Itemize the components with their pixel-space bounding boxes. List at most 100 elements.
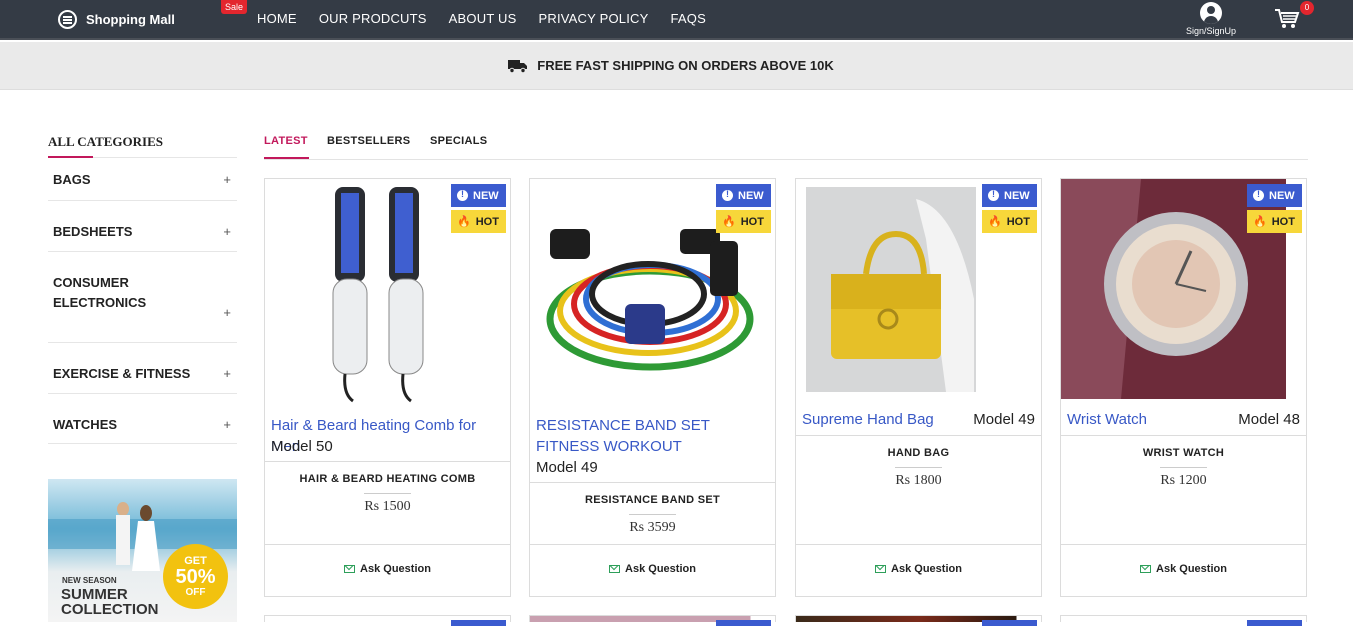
shipping-banner: FREE FAST SHIPPING ON ORDERS ABOVE 10K xyxy=(0,42,1353,90)
ask-question-button[interactable]: Ask Question xyxy=(1061,563,1306,575)
main-nav: HOME OUR PRODCUTS ABOUT US PRIVACY POLIC… xyxy=(257,11,706,26)
user-icon xyxy=(1200,2,1222,24)
category-label: WATCHES xyxy=(53,417,118,432)
sale-badge: Sale xyxy=(221,0,248,14)
flame-icon: 🔥 xyxy=(1253,216,1267,228)
category-label: BEDSHEETS xyxy=(53,224,133,239)
product-name[interactable]: Supreme Hand Bag xyxy=(802,411,934,428)
nav-privacy-policy[interactable]: PRIVACY POLICY xyxy=(539,11,649,26)
sidebar-item-watches[interactable]: WATCHES + xyxy=(48,394,237,444)
sidebar-item-consumer-electronics[interactable]: CONSUMER ELECTRONICS + xyxy=(48,252,237,343)
expand-icon[interactable]: + xyxy=(223,394,231,455)
new-badge: NEW xyxy=(1247,184,1302,207)
product-model: Model 50 xyxy=(271,438,333,455)
shipping-text: FREE FAST SHIPPING ON ORDERS ABOVE 10K xyxy=(537,58,834,73)
mail-icon xyxy=(344,565,356,573)
category-sidebar: ALL CATEGORIES BAGS + BEDSHEETS + CONSUM… xyxy=(48,128,237,444)
ask-label: Ask Question xyxy=(1156,563,1227,575)
menu-icon[interactable] xyxy=(58,10,77,29)
new-icon xyxy=(722,189,733,201)
new-label: NEW xyxy=(738,189,764,202)
nav-faqs[interactable]: FAQS xyxy=(670,11,705,26)
tab-latest[interactable]: LATEST xyxy=(264,135,309,159)
hot-label: HOT xyxy=(1006,215,1030,228)
flame-icon: 🔥 xyxy=(457,216,471,228)
product-model: Model 49 xyxy=(536,459,598,476)
expand-icon[interactable]: + xyxy=(223,158,231,201)
cart-count-badge: 0 xyxy=(1300,1,1314,15)
new-icon xyxy=(457,189,468,201)
product-name[interactable]: RESISTANCE BAND SET FITNESS WORKOUT xyxy=(536,417,710,455)
promo-line1: SUMMER xyxy=(61,586,128,603)
nav-our-products[interactable]: OUR PRODCUTS xyxy=(319,11,427,26)
product-subtitle: HAIR & BEARD HEATING COMB xyxy=(299,473,476,485)
summer-collection-banner[interactable]: NEW SEASON SUMMER COLLECTION GET 50% OFF xyxy=(48,479,237,622)
product-price: Rs 1500 xyxy=(364,499,411,514)
sidebar-item-bags[interactable]: BAGS + xyxy=(48,158,237,201)
product-card[interactable]: NEW 🔥 HOT Wrist Watch Model 48 WRIST WATC… xyxy=(1060,178,1307,597)
discount-circle: GET 50% OFF xyxy=(163,544,228,609)
new-badge xyxy=(982,620,1037,626)
ask-label: Ask Question xyxy=(891,563,962,575)
promo-off: OFF xyxy=(185,587,206,598)
promo-percent: 50% xyxy=(175,566,216,588)
mail-icon xyxy=(609,565,621,573)
promo-season: NEW SEASON xyxy=(62,576,117,585)
nav-home[interactable]: HOME xyxy=(257,11,297,26)
product-card[interactable] xyxy=(1060,615,1307,626)
new-label: NEW xyxy=(1004,189,1030,202)
product-subtitle: WRIST WATCH xyxy=(1142,447,1225,459)
product-card[interactable]: NEW 🔥 HOT Supreme Hand Bag Model 49 HAND … xyxy=(795,178,1042,597)
product-tabs: LATEST BESTSELLERS SPECIALS xyxy=(264,128,1308,160)
nav-about-us[interactable]: ABOUT US xyxy=(449,11,517,26)
product-price: Rs 1800 xyxy=(895,473,942,488)
tab-specials[interactable]: SPECIALS xyxy=(430,135,487,147)
new-icon xyxy=(1253,189,1264,201)
account-button[interactable]: Sign/SignUp xyxy=(1184,2,1238,36)
truck-icon xyxy=(508,60,528,73)
product-price: Rs 3599 xyxy=(629,520,676,535)
sidebar-item-bedsheets[interactable]: BEDSHEETS + xyxy=(48,201,237,252)
new-icon xyxy=(988,189,999,201)
hot-label: HOT xyxy=(475,215,499,228)
product-card[interactable]: NEW 🔥 HOT RESISTANCE BAND SET FITNESS WOR… xyxy=(529,178,776,597)
product-title[interactable]: RESISTANCE BAND SET FITNESS WORKOUT xyxy=(536,415,769,457)
product-card[interactable] xyxy=(264,615,511,626)
ask-question-button[interactable]: Ask Question xyxy=(265,563,510,575)
hot-badge: 🔥 HOT xyxy=(982,210,1037,233)
tab-bestsellers[interactable]: BESTSELLERS xyxy=(327,135,410,147)
product-subtitle: RESISTANCE BAND SET xyxy=(584,494,721,506)
promo-line2: COLLECTION xyxy=(61,601,159,618)
cart-icon[interactable] xyxy=(1274,8,1300,30)
hot-label: HOT xyxy=(740,215,764,228)
product-subtitle: HAND BAG xyxy=(887,447,950,459)
product-model: Model 48 xyxy=(1238,411,1300,428)
new-badge: NEW xyxy=(982,184,1037,207)
category-label: BAGS xyxy=(53,172,91,187)
ask-question-button[interactable]: Ask Question xyxy=(530,563,775,575)
new-badge: NEW xyxy=(451,184,506,207)
new-badge xyxy=(716,620,771,626)
brand[interactable]: Shopping Mall xyxy=(58,10,175,29)
new-badge xyxy=(451,620,506,626)
category-label: CONSUMER ELECTRONICS xyxy=(53,275,147,310)
product-card[interactable]: NEW 🔥HOT Hair & Beard heating Comb for M… xyxy=(264,178,511,597)
mail-icon xyxy=(1140,565,1152,573)
expand-icon[interactable]: + xyxy=(223,303,231,323)
ask-question-button[interactable]: Ask Question xyxy=(796,563,1041,575)
product-card[interactable] xyxy=(529,615,776,626)
category-label: EXERCISE & FITNESS xyxy=(53,366,191,381)
product-name[interactable]: Wrist Watch xyxy=(1067,411,1147,428)
hot-badge: 🔥 HOT xyxy=(451,210,506,233)
new-label: NEW xyxy=(473,189,499,202)
product-model: Model 49 xyxy=(973,411,1035,428)
product-price: Rs 1200 xyxy=(1160,473,1207,488)
ask-label: Ask Question xyxy=(625,563,696,575)
sidebar-title: ALL CATEGORIES xyxy=(48,128,237,158)
product-card[interactable] xyxy=(795,615,1042,626)
hot-badge: 🔥 HOT xyxy=(716,210,771,233)
account-label: Sign/SignUp xyxy=(1185,26,1237,36)
new-label: NEW xyxy=(1269,189,1295,202)
sidebar-item-exercise-fitness[interactable]: EXERCISE & FITNESS + xyxy=(48,343,237,394)
flame-icon: 🔥 xyxy=(988,216,1002,228)
